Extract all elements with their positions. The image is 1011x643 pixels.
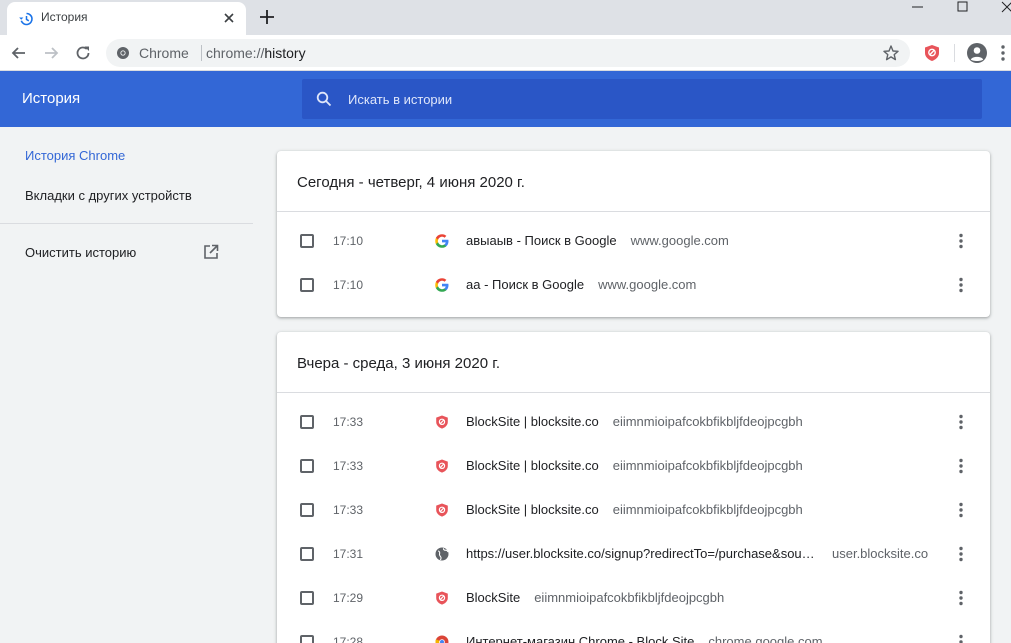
visit-time: 17:29 bbox=[333, 591, 364, 605]
row-checkbox[interactable] bbox=[300, 503, 314, 517]
forward-icon[interactable] bbox=[41, 43, 61, 63]
more-vert-icon[interactable] bbox=[951, 412, 971, 432]
visit-link[interactable]: BlockSite | blocksite.co eiimnmioipafcokb… bbox=[466, 458, 803, 473]
visit-time: 17:33 bbox=[333, 503, 364, 517]
row-checkbox[interactable] bbox=[300, 635, 314, 643]
search-box[interactable] bbox=[302, 79, 982, 119]
blocksite-extension-icon[interactable] bbox=[922, 43, 942, 63]
visit-link[interactable]: BlockSite eiimnmioipafcokbfikbljfdeojpcgb… bbox=[466, 590, 724, 605]
minimize-icon[interactable] bbox=[898, 0, 938, 14]
menu-icon[interactable] bbox=[996, 43, 1010, 63]
row-checkbox[interactable] bbox=[300, 234, 314, 248]
history-row[interactable]: 17:33 BlockSite | blocksite.co eiimnmioip… bbox=[277, 488, 990, 532]
history-row[interactable]: 17:31 https://user.blocksite.co/signup?r… bbox=[277, 532, 990, 576]
new-tab-icon[interactable] bbox=[258, 8, 276, 26]
visit-domain: eiimnmioipafcokbfikbljfdeojpcgbh bbox=[612, 502, 803, 517]
history-group-today: Сегодня - четверг, 4 июня 2020 г. 17:10 … bbox=[277, 151, 990, 317]
omnibox-separator bbox=[201, 45, 202, 61]
address-bar[interactable]: Chrome chrome://history bbox=[106, 39, 910, 67]
sidebar-item-chrome-history[interactable]: История Chrome bbox=[25, 148, 125, 163]
history-row[interactable]: 17:28 Интернет-магазин Chrome - Block Si… bbox=[277, 620, 990, 643]
toolbar: Chrome chrome://history bbox=[0, 35, 1011, 71]
visit-time: 17:33 bbox=[333, 459, 364, 473]
more-vert-icon[interactable] bbox=[951, 588, 971, 608]
url-text: chrome://history bbox=[206, 45, 306, 61]
maximize-icon[interactable] bbox=[943, 0, 983, 14]
group-divider bbox=[277, 392, 990, 393]
group-date-title: Сегодня - четверг, 4 июня 2020 г. bbox=[297, 174, 525, 191]
visit-domain: eiimnmioipafcokbfikbljfdeojpcgbh bbox=[612, 458, 803, 473]
row-checkbox[interactable] bbox=[300, 547, 314, 561]
back-icon[interactable] bbox=[9, 43, 29, 63]
search-input[interactable] bbox=[348, 89, 948, 109]
visit-domain: eiimnmioipafcokbfikbljfdeojpcgbh bbox=[534, 590, 725, 605]
row-checkbox[interactable] bbox=[300, 591, 314, 605]
visit-link[interactable]: авыаыв - Поиск в Google www.google.com bbox=[466, 233, 729, 248]
visit-link[interactable]: аа - Поиск в Google www.google.com bbox=[466, 277, 696, 292]
group-divider bbox=[277, 211, 990, 212]
profile-avatar-icon[interactable] bbox=[965, 41, 989, 65]
tab-history[interactable]: История bbox=[7, 2, 246, 35]
visit-domain: www.google.com bbox=[630, 233, 729, 248]
visit-time: 17:33 bbox=[333, 415, 364, 429]
chrome-icon bbox=[117, 47, 129, 59]
sidebar-item-clear-history[interactable]: Очистить историю bbox=[25, 245, 136, 260]
chrome-store-icon bbox=[435, 635, 449, 643]
close-icon[interactable] bbox=[221, 10, 237, 26]
row-checkbox[interactable] bbox=[300, 415, 314, 429]
history-row[interactable]: 17:10 авыаыв - Поиск в Google www.google.… bbox=[277, 219, 990, 263]
page-title: История bbox=[22, 90, 81, 107]
visit-domain: chrome.google.com bbox=[708, 634, 823, 643]
blocksite-icon bbox=[436, 459, 448, 473]
blocksite-icon bbox=[436, 503, 448, 517]
visit-time: 17:31 bbox=[333, 547, 364, 561]
blocksite-icon bbox=[436, 415, 448, 429]
sidebar-item-other-devices[interactable]: Вкладки с других устройств bbox=[25, 188, 192, 203]
bookmark-star-icon[interactable] bbox=[882, 44, 900, 62]
history-row[interactable]: 17:10 аа - Поиск в Google www.google.com bbox=[277, 263, 990, 307]
visit-link[interactable]: BlockSite | blocksite.co eiimnmioipafcokb… bbox=[466, 414, 803, 429]
google-icon bbox=[435, 278, 449, 292]
more-vert-icon[interactable] bbox=[951, 456, 971, 476]
more-vert-icon[interactable] bbox=[951, 500, 971, 520]
history-group-yesterday: Вчера - среда, 3 июня 2020 г. 17:33 Bloc… bbox=[277, 332, 990, 643]
sidebar: История Chrome Вкладки с других устройст… bbox=[0, 127, 258, 643]
globe-icon bbox=[435, 547, 449, 561]
row-checkbox[interactable] bbox=[300, 278, 314, 292]
visit-time: 17:10 bbox=[333, 234, 364, 248]
tab-strip: История bbox=[0, 0, 1011, 35]
open-in-new-icon[interactable] bbox=[202, 243, 220, 261]
search-icon bbox=[316, 91, 332, 107]
more-vert-icon[interactable] bbox=[951, 544, 971, 564]
site-chip: Chrome bbox=[139, 45, 189, 61]
visit-link[interactable]: BlockSite | blocksite.co eiimnmioipafcokb… bbox=[466, 502, 803, 517]
visit-link[interactable]: https://user.blocksite.co/signup?redirec… bbox=[466, 546, 816, 561]
history-header: История bbox=[0, 71, 1011, 127]
toolbar-divider bbox=[954, 44, 955, 62]
sidebar-divider bbox=[0, 223, 253, 224]
group-date-title: Вчера - среда, 3 июня 2020 г. bbox=[297, 355, 501, 372]
visit-domain: eiimnmioipafcokbfikbljfdeojpcgbh bbox=[612, 414, 803, 429]
visit-time: 17:10 bbox=[333, 278, 364, 292]
history-row[interactable]: 17:33 BlockSite | blocksite.co eiimnmioip… bbox=[277, 400, 990, 444]
history-row[interactable]: 17:33 BlockSite | blocksite.co eiimnmioip… bbox=[277, 444, 990, 488]
tab-title: История bbox=[41, 10, 88, 24]
visit-link[interactable]: Интернет-магазин Chrome - Block Site chro… bbox=[466, 634, 823, 643]
history-icon bbox=[19, 12, 33, 26]
reload-icon[interactable] bbox=[73, 43, 93, 63]
more-vert-icon[interactable] bbox=[951, 231, 971, 251]
history-row[interactable]: 17:29 BlockSite eiimnmioipafcokbfikbljfde… bbox=[277, 576, 990, 620]
visit-time: 17:28 bbox=[333, 635, 364, 643]
blocksite-icon bbox=[436, 591, 448, 605]
visit-domain: user.blocksite.co bbox=[832, 546, 929, 561]
window-close-icon[interactable] bbox=[988, 0, 1011, 14]
google-icon bbox=[435, 234, 449, 248]
more-vert-icon[interactable] bbox=[951, 632, 971, 643]
visit-domain: www.google.com bbox=[598, 277, 697, 292]
row-checkbox[interactable] bbox=[300, 459, 314, 473]
more-vert-icon[interactable] bbox=[951, 275, 971, 295]
